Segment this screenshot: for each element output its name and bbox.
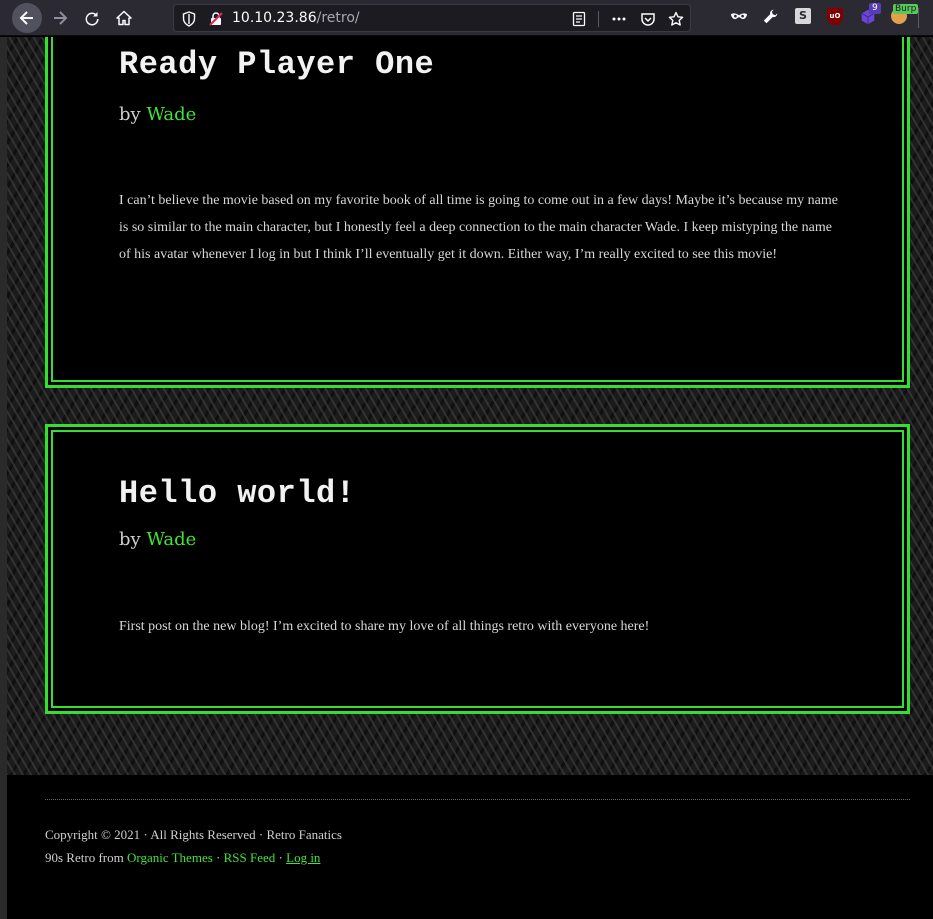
home-icon	[116, 10, 132, 26]
site-footer: Copyright © 2021 · All Rights Reserved ·…	[7, 775, 933, 919]
pocket-icon[interactable]	[640, 11, 656, 27]
reader-view-icon[interactable]	[571, 11, 587, 27]
footer-copyright: Copyright © 2021 · All Rights Reserved ·…	[45, 827, 342, 842]
url-path: /retro/	[316, 10, 360, 26]
forward-button[interactable]	[45, 3, 75, 33]
shield-icon[interactable]	[181, 11, 197, 27]
insecure-lock-icon[interactable]	[208, 11, 224, 27]
s-extension-icon[interactable]: S	[795, 8, 815, 28]
post-byline: by Wade	[119, 529, 196, 550]
reload-button[interactable]	[77, 3, 107, 33]
more-actions-icon[interactable]	[611, 11, 627, 27]
url-text[interactable]: 10.10.23.86/retro/	[232, 10, 360, 26]
arrow-right-icon	[54, 11, 68, 25]
extension-badge-count: 9	[869, 3, 881, 14]
post-body: I can’t believe the movie based on my fa…	[119, 193, 838, 262]
footer-separator: ·	[278, 850, 283, 865]
ublock-origin-icon[interactable]: uO	[827, 8, 847, 28]
footer-divider	[45, 799, 910, 800]
page-viewport[interactable]: Ready Player One by Wade I can’t believe…	[0, 37, 933, 919]
post-byline: by Wade	[119, 104, 196, 125]
bookmark-star-icon[interactable]	[668, 11, 684, 27]
home-button[interactable]	[109, 3, 139, 33]
blog-post: Hello world! by Wade First post on the n…	[45, 424, 910, 714]
footer-separator: ·	[216, 850, 221, 865]
reload-icon	[85, 12, 99, 26]
login-link[interactable]: Log in	[286, 850, 320, 865]
mask-extension-icon[interactable]	[730, 8, 750, 28]
browser-toolbar: 10.10.23.86/retro/ S uO 9 Burp	[0, 0, 933, 36]
credit-prefix: 90s Retro from	[45, 850, 124, 865]
wrench-extension-icon[interactable]	[762, 8, 782, 28]
author-link[interactable]: Wade	[146, 529, 196, 550]
post-title[interactable]: Hello world!	[119, 475, 355, 512]
organic-themes-link[interactable]: Organic Themes	[127, 850, 213, 865]
footer-credits: 90s Retro from Organic Themes · RSS Feed…	[45, 850, 320, 866]
arrow-left-icon	[19, 11, 33, 25]
url-host: 10.10.23.86	[232, 10, 317, 26]
back-button[interactable]	[12, 3, 42, 33]
author-link[interactable]: Wade	[146, 104, 196, 125]
urlbar-separator	[598, 11, 599, 27]
post-title[interactable]: Ready Player One	[119, 46, 434, 83]
post-body: First post on the new blog! I’m excited …	[119, 619, 650, 634]
byline-prefix: by	[119, 529, 141, 550]
toolbar-separator	[918, 8, 919, 28]
address-bar[interactable]: 10.10.23.86/retro/	[173, 4, 691, 32]
page-left-edge	[0, 37, 7, 919]
rss-feed-link[interactable]: RSS Feed	[224, 850, 276, 865]
burp-label: Burp	[893, 4, 919, 14]
blog-post: Ready Player One by Wade I can’t believe…	[45, 37, 910, 388]
byline-prefix: by	[119, 104, 141, 125]
